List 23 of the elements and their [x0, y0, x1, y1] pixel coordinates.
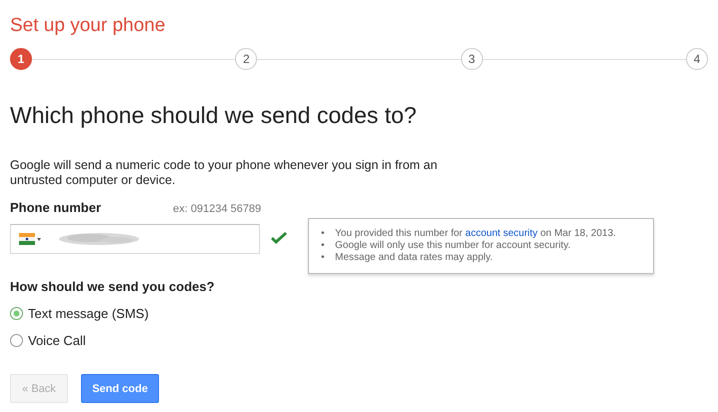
phone-input-field[interactable] — [10, 224, 260, 254]
step-indicator: 3 — [460, 48, 483, 70]
flag-icon[interactable] — [19, 233, 41, 245]
account-security-link[interactable]: account security — [465, 228, 538, 239]
heading: Which phone should we send codes to? — [10, 101, 418, 130]
intro-text: Google will send a numeric code to your phone whenever you sign in from an untrusted computer or device. — [10, 158, 438, 188]
question-label: How should we send you codes? — [10, 279, 216, 294]
example-hint: ex: 091234 56789 — [173, 203, 262, 215]
step-indicator: 1 — [10, 48, 32, 70]
step-indicator: 2 — [235, 48, 258, 70]
radio-button[interactable] — [10, 334, 23, 346]
option-label[interactable]: Text message (SMS) — [28, 306, 149, 320]
field-label: Phone number — [10, 200, 102, 215]
bullet: • — [321, 252, 326, 264]
step-indicator: 4 — [686, 48, 708, 70]
tooltip-text: You provided this number for account security on Mar 18, 2013. — [335, 228, 616, 240]
bullet: • — [321, 240, 326, 252]
tooltip-text: Message and data rates may apply. — [335, 252, 493, 264]
tooltip-text: Google will only use this number for account security. — [335, 240, 570, 252]
option-label[interactable]: Voice Call — [28, 332, 86, 348]
radio-button[interactable] — [10, 306, 23, 320]
bullet: • — [321, 228, 326, 240]
page-title: Set up your phone — [10, 14, 166, 38]
